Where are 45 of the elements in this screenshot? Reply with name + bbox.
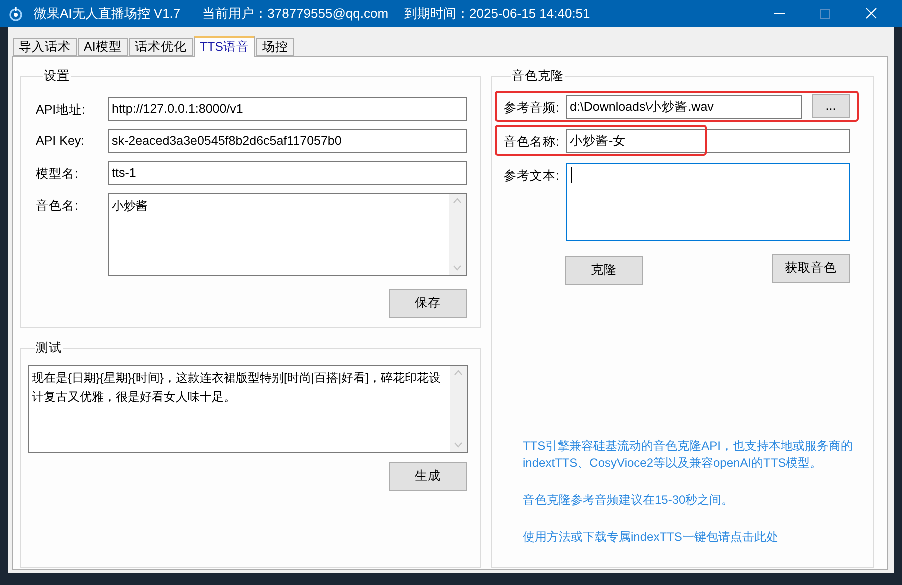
- tab[interactable]: 话术优化: [128, 38, 193, 56]
- field-label: 参考文本:: [504, 168, 560, 185]
- browse-button[interactable]: ...: [812, 94, 850, 118]
- field-label: API Key:: [36, 133, 86, 148]
- text-area[interactable]: [566, 163, 850, 241]
- tab[interactable]: AI模型: [78, 38, 128, 56]
- input-field[interactable]: sk-2eaced3a3e0545f8b2d6c5af117057b0: [108, 129, 467, 153]
- current-user: 当前用户：378779555@qq.com: [202, 4, 389, 22]
- app-icon: [8, 6, 24, 22]
- window-title: 微果AI无人直播场控 V1.7: [34, 4, 181, 22]
- field-label: 音色名称:: [504, 134, 560, 151]
- minimize-icon: [774, 12, 784, 14]
- text-area[interactable]: 现在是{日期}{星期}{时间}，这款连衣裙版型特别[时尚|百搭|好看]，碎花印花设计复古又优雅，很是好看女人味十足。: [28, 365, 468, 453]
- field-label: 参考音频:: [504, 100, 560, 117]
- tab[interactable]: TTS语音: [194, 36, 256, 57]
- vertical-scrollbar[interactable]: [450, 366, 467, 452]
- tab[interactable]: 场控: [256, 38, 294, 56]
- fetch-voice-button[interactable]: 获取音色: [772, 254, 850, 283]
- input-field[interactable]: http://127.0.0.1:8000/v1: [108, 97, 467, 121]
- scroll-down-icon[interactable]: [454, 442, 463, 448]
- tab[interactable]: 导入话术: [13, 38, 77, 56]
- clone-button[interactable]: 克隆: [565, 256, 643, 285]
- help-link[interactable]: 使用方法或下载专属indexTTS一键包请点击此处: [523, 530, 778, 544]
- group-title: 音色克隆: [511, 68, 565, 85]
- group-title: 测试: [35, 340, 63, 357]
- scroll-down-icon[interactable]: [453, 265, 462, 271]
- text-area[interactable]: 小炒酱: [108, 193, 467, 276]
- scroll-up-icon[interactable]: [454, 370, 463, 376]
- scroll-up-icon[interactable]: [453, 198, 462, 204]
- input-field[interactable]: tts-1: [108, 161, 467, 185]
- text-cursor: [571, 167, 572, 183]
- save-button[interactable]: 保存: [389, 289, 467, 318]
- field-label: API地址:: [36, 102, 87, 119]
- field-label: 音色名:: [36, 198, 80, 215]
- generate-button[interactable]: 生成: [389, 462, 467, 491]
- vertical-scrollbar[interactable]: [449, 194, 466, 275]
- info-text: 音色克隆参考音频建议在15-30秒之间。: [523, 492, 735, 509]
- close-icon: [866, 8, 876, 19]
- maximize-icon: [820, 8, 830, 18]
- input-field[interactable]: d:\Downloads\小炒酱.wav: [566, 95, 802, 119]
- group-title: 设置: [43, 68, 71, 85]
- info-text: TTS引擎兼容硅基流动的音色克隆API，也支持本地或服务商的indextTTS、CosyVioce2等以及兼容openAI的TTS模型。: [523, 438, 854, 472]
- expiry-time: 到期时间：2025-06-15 14:40:51: [404, 4, 590, 22]
- input-field[interactable]: 小炒酱-女: [566, 129, 850, 153]
- field-label: 模型名:: [36, 166, 80, 183]
